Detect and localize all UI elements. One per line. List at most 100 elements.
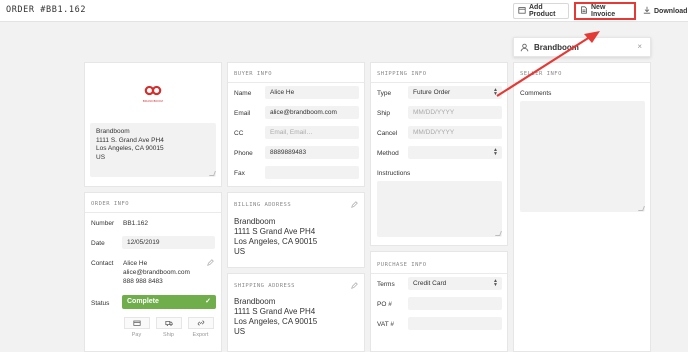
billing-address-line: US (234, 247, 246, 256)
new-invoice-label: New Invoice (591, 4, 616, 18)
date-label: Date (91, 240, 105, 247)
user-icon (520, 43, 529, 54)
divider (514, 82, 650, 83)
export-action-label: Export (192, 332, 209, 338)
ship-action-button[interactable]: Ship (154, 317, 183, 338)
terms-select-value: Credit Card (413, 280, 447, 287)
seller-info-card: SELLER INFO Comments (513, 62, 651, 352)
buyer-fax-field[interactable] (265, 166, 359, 179)
shipping-info-card: SHIPPING INFO Type Future Order ▲ ▼ Ship … (370, 62, 508, 246)
calendar-icon (518, 6, 526, 16)
shipping-address-line: US (234, 327, 246, 336)
credit-card-icon (123, 317, 150, 329)
seller-info-title: SELLER INFO (520, 71, 562, 77)
resize-handle[interactable] (209, 171, 216, 176)
order-info-title: ORDER INFO (91, 201, 130, 207)
resize-handle[interactable] (638, 206, 645, 211)
billing-address-line: 1111 S Grand Ave PH4 (234, 227, 316, 236)
billing-address-card: BILLING ADDRESS Brandboom 1111 S Grand A… (227, 192, 365, 268)
status-complete-button[interactable]: Complete ✓ (122, 295, 216, 309)
contact-phone: 888 988 8483 (123, 278, 163, 285)
type-select-value: Future Order (413, 89, 451, 96)
truck-icon (155, 317, 182, 329)
billing-address-title: BILLING ADDRESS (234, 202, 292, 208)
terms-label: Terms (377, 281, 395, 288)
download-label: Download (654, 7, 688, 15)
close-icon[interactable]: × (637, 42, 642, 51)
number-label: Number (91, 220, 115, 227)
shipping-address-line: Brandboom (234, 297, 276, 306)
shipping-address-card: SHIPPING ADDRESS Brandboom 1111 S Grand … (227, 273, 365, 352)
cc-label: CC (234, 130, 244, 137)
billing-address-line: Los Angeles, CA 90015 (234, 237, 318, 246)
shipping-info-title: SHIPPING INFO (377, 71, 427, 77)
shipping-address-text: Brandboom 1111 S Grand Ave PH4 Los Angel… (234, 297, 317, 337)
instructions-label: Instructions (377, 170, 411, 177)
buyer-cc-field[interactable]: Email, Email… (265, 126, 359, 139)
resize-handle[interactable] (495, 231, 502, 236)
add-product-button[interactable]: Add Product (513, 3, 569, 19)
date-field[interactable]: 12/05/2019 (122, 236, 215, 249)
contact-label: Contact (91, 260, 114, 267)
shipping-address-title: SHIPPING ADDRESS (234, 283, 295, 289)
brand-logo-mark (144, 85, 162, 96)
buyer-name-field[interactable]: Alice He (265, 86, 359, 99)
vat-field[interactable] (408, 317, 502, 330)
buyer-phone-field[interactable]: 8889889483 (265, 146, 359, 159)
pay-action-button[interactable]: Pay (122, 317, 151, 338)
contact-details: Alice He alice@brandboom.com 888 988 848… (123, 259, 190, 286)
type-select[interactable]: Future Order ▲ ▼ (408, 86, 502, 99)
brand-logo-text: BRANDBOOM (142, 99, 164, 103)
checkmark-icon: ✓ (205, 298, 211, 305)
po-field[interactable] (408, 297, 502, 310)
cancel-date-field[interactable]: MM/DD/YYYY (408, 126, 502, 139)
edit-shipping-pencil-icon[interactable] (351, 282, 358, 289)
order-info-card: ORDER INFO Number BB1.162 Date 12/05/201… (84, 192, 222, 352)
download-icon (643, 6, 651, 16)
terms-select[interactable]: Credit Card ▲ ▼ (408, 277, 502, 290)
purchase-info-card: PURCHASE INFO Terms Credit Card ▲ ▼ PO # … (370, 251, 508, 352)
edit-billing-pencil-icon[interactable] (351, 201, 358, 208)
divider (85, 212, 221, 213)
buyer-email-field[interactable]: alice@brandboom.com (265, 106, 359, 119)
cancel-date-label: Cancel (377, 130, 398, 137)
add-product-label: Add Product (529, 4, 556, 18)
link-icon (187, 317, 214, 329)
fax-label: Fax (234, 170, 245, 177)
select-arrows-icon: ▲ ▼ (493, 278, 498, 288)
select-arrows-icon: ▲ ▼ (493, 147, 498, 157)
brand-selector-label: Brandboom (534, 43, 579, 52)
billing-address-text: Brandboom 1111 S Grand Ave PH4 Los Angel… (234, 217, 317, 257)
edit-contact-pencil-icon[interactable] (207, 259, 214, 266)
contact-email: alice@brandboom.com (123, 269, 190, 276)
brand-address-field[interactable]: Brandboom 1111 S. Grand Ave PH4 Los Ange… (90, 123, 216, 177)
download-button[interactable]: Download (639, 3, 687, 19)
pay-action-label: Pay (131, 332, 142, 338)
ship-date-label: Ship (377, 110, 391, 117)
name-label: Name (234, 90, 252, 97)
brand-card: BRANDBOOM Brandboom 1111 S. Grand Ave PH… (84, 62, 222, 187)
instructions-field[interactable] (377, 181, 502, 237)
document-icon (580, 6, 588, 16)
new-invoice-button[interactable]: New Invoice (574, 2, 636, 20)
contact-name: Alice He (123, 260, 148, 267)
comments-label: Comments (520, 90, 552, 97)
brand-selector[interactable]: Brandboom × (513, 37, 651, 57)
ship-date-field[interactable]: MM/DD/YYYY (408, 106, 502, 119)
billing-address-line: Brandboom (234, 217, 276, 226)
status-label: Status (91, 300, 110, 307)
email-label: Email (234, 110, 251, 117)
comments-field[interactable] (520, 101, 645, 212)
brand-address-line: 1111 S. Grand Ave PH4 (96, 136, 164, 144)
ship-action-label: Ship (162, 332, 174, 338)
buyer-info-card: BUYER INFO Name Alice He Email alice@bra… (227, 62, 365, 187)
vat-label: VAT # (377, 321, 394, 328)
brand-address-line: Los Angeles, CA 90015 (96, 145, 164, 152)
divider (371, 82, 507, 83)
phone-label: Phone (234, 150, 253, 157)
export-action-button[interactable]: Export (186, 317, 215, 338)
method-select[interactable]: ▲ ▼ (408, 146, 502, 159)
purchase-info-title: PURCHASE INFO (377, 262, 427, 268)
type-label: Type (377, 90, 392, 97)
divider (371, 273, 507, 274)
